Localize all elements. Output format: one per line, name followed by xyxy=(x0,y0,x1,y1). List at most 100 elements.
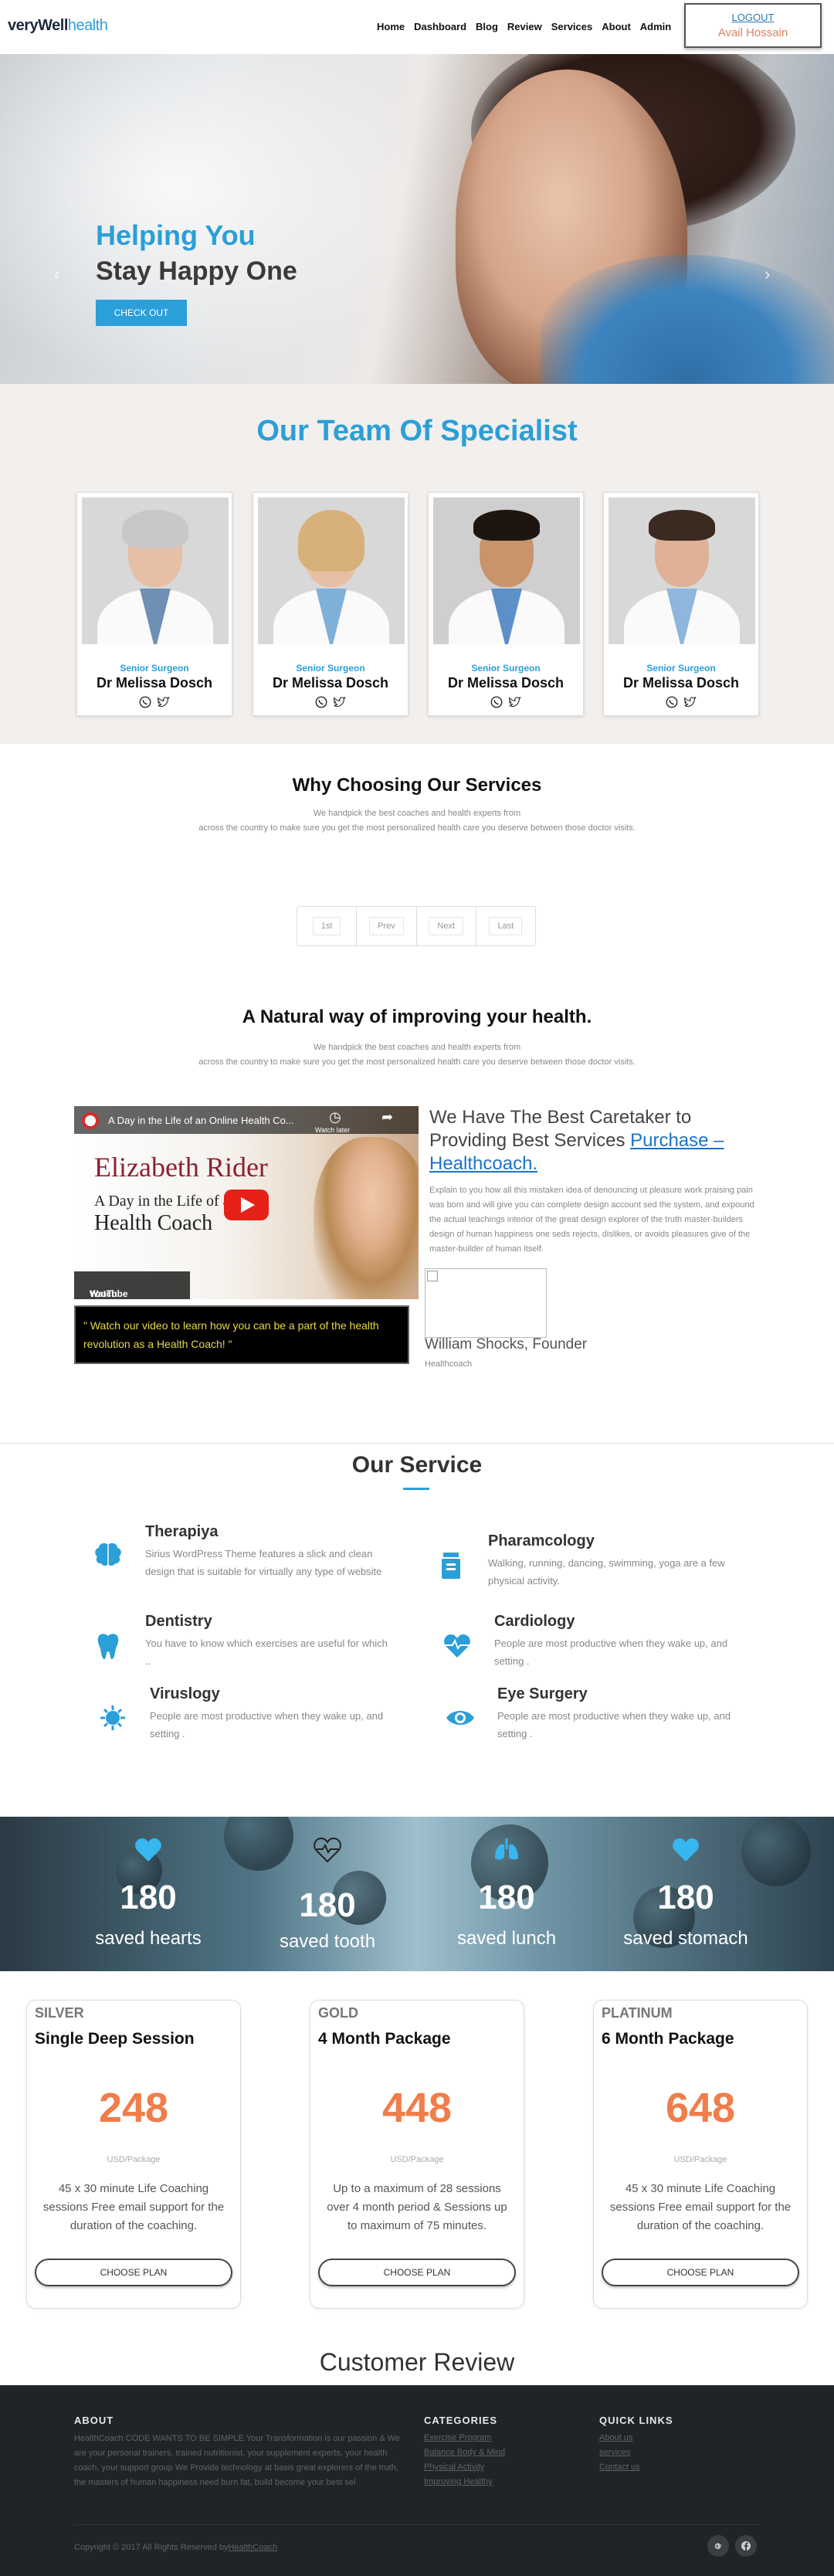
pricing-card-silver: SILVER Single Deep Session 248 USD/Packa… xyxy=(26,2000,241,2309)
copyright-link[interactable]: HealthCoach xyxy=(228,2543,277,2552)
channel-avatar[interactable] xyxy=(82,1112,99,1129)
nav-admin[interactable]: Admin xyxy=(640,21,671,32)
plan-unit: USD/Package xyxy=(107,2155,161,2164)
service-desc: Walking, running, dancing, swimming, yog… xyxy=(488,1557,725,1587)
whatsapp-icon[interactable] xyxy=(138,695,152,709)
nav-about[interactable]: About xyxy=(602,21,631,32)
nav-review[interactable]: Review xyxy=(507,21,542,32)
footer-categories-title: CATEGORIES xyxy=(424,2415,497,2426)
check-out-button[interactable]: CHECK OUT xyxy=(96,300,187,326)
service-item[interactable]: Eye Surgery People are most productive w… xyxy=(443,1685,768,1763)
site-logo[interactable]: veryWellhealth xyxy=(8,17,108,35)
natural-text-2: across the country to make sure you get … xyxy=(198,1057,636,1067)
pager-prev-button[interactable]: Prev xyxy=(369,917,404,935)
doctor-name: Dr Melissa Dosch xyxy=(272,675,389,691)
choose-plan-button[interactable]: CHOOSE PLAN xyxy=(318,2259,516,2286)
footer-category-link[interactable]: Exercise Program xyxy=(424,2432,505,2445)
youtube-video-embed[interactable]: A Day in the Life of an Online Health Co… xyxy=(74,1106,419,1299)
whatsapp-icon[interactable] xyxy=(490,695,503,709)
copyright-text: Copyright © 2017 All Rights Reserved by xyxy=(74,2543,229,2552)
stats-banner: 180 saved hearts 180 saved tooth 180 sav… xyxy=(0,1817,834,1971)
footer-quick-link[interactable]: Contact us xyxy=(599,2461,640,2474)
doctor-photo xyxy=(82,497,229,644)
why-text-2: across the country to make sure you get … xyxy=(198,823,636,833)
plan-tier: SILVER xyxy=(35,2005,84,2021)
team-card: Senior Surgeon Dr Melissa Dosch xyxy=(603,492,759,716)
nav-blog[interactable]: Blog xyxy=(476,21,498,32)
watch-on-youtube-button[interactable]: Watch on YouTube xyxy=(74,1271,190,1299)
footer-category-link[interactable]: Improving Healthy xyxy=(424,2476,505,2489)
service-item[interactable]: Dentistry You have to know which exercis… xyxy=(91,1613,415,1690)
footer-quick-links-list: About us services Contact us xyxy=(599,2432,640,2474)
video-overlay-main: Health Coach xyxy=(94,1211,213,1235)
brain-icon xyxy=(95,1543,121,1566)
twitter-icon[interactable] xyxy=(683,695,697,709)
google-icon[interactable] xyxy=(707,2535,729,2557)
play-button-icon[interactable] xyxy=(224,1190,269,1220)
twitter-icon[interactable] xyxy=(157,695,171,709)
logo-light-text: health xyxy=(67,17,108,34)
doctor-photo xyxy=(258,497,405,644)
footer-copyright: Copyright © 2017 All Rights Reserved byH… xyxy=(74,2543,277,2552)
logout-link[interactable]: LOGOUT xyxy=(686,12,820,23)
clock-icon[interactable]: ◷ xyxy=(329,1109,341,1125)
service-item[interactable]: Therapiya Sirius WordPress Theme feature… xyxy=(91,1523,415,1600)
doctor-photo xyxy=(433,497,580,644)
whatsapp-icon[interactable] xyxy=(665,695,679,709)
natural-title: A Natural way of improving your health. xyxy=(242,1006,592,1027)
services-title: Our Service xyxy=(351,1452,483,1478)
video-overlay-sub: A Day in the Life of a xyxy=(94,1193,230,1210)
video-top-bar: A Day in the Life of an Online Health Co… xyxy=(74,1106,419,1134)
service-item[interactable]: Pharamcology Walking, running, dancing, … xyxy=(434,1532,758,1610)
team-title: Our Team Of Specialist xyxy=(256,415,578,447)
plan-unit: USD/Package xyxy=(390,2155,444,2164)
stat-item: 180 saved lunch xyxy=(429,1817,584,1971)
twitter-icon[interactable] xyxy=(333,695,347,709)
share-icon[interactable]: ➦ xyxy=(381,1109,393,1125)
footer-about-text: HealthCoach CODE WANTS TO BE SIMPLE Your… xyxy=(74,2434,401,2487)
virus-icon xyxy=(100,1705,125,1730)
carousel-prev-icon[interactable]: ‹ xyxy=(54,264,59,284)
footer-category-link[interactable]: Physical Activity xyxy=(424,2461,505,2474)
plan-price: 248 xyxy=(98,2085,169,2131)
facebook-icon[interactable] xyxy=(735,2535,757,2557)
why-text-1: We handpick the best coaches and health … xyxy=(313,809,521,818)
carousel-next-icon[interactable]: › xyxy=(764,264,770,284)
pricing-card-gold: GOLD 4 Month Package 448 USD/Package Up … xyxy=(310,2000,524,2309)
stat-label: saved hearts xyxy=(95,1928,202,1949)
stat-number: 180 xyxy=(478,1879,535,1916)
choose-plan-button[interactable]: CHOOSE PLAN xyxy=(35,2259,232,2286)
pager-last-button[interactable]: Last xyxy=(489,917,523,935)
service-item[interactable]: Viruslogy People are most productive whe… xyxy=(96,1685,420,1763)
choose-plan-button[interactable]: CHOOSE PLAN xyxy=(602,2259,799,2286)
service-name: Eye Surgery xyxy=(497,1685,588,1702)
nav-dashboard[interactable]: Dashboard xyxy=(414,21,466,32)
service-item[interactable]: Cardiology People are most productive wh… xyxy=(440,1613,764,1690)
plan-desc: 45 x 30 minute Life Coaching sessions Fr… xyxy=(609,2182,792,2232)
nav-services[interactable]: Services xyxy=(551,21,593,32)
footer-quick-link[interactable]: services xyxy=(599,2446,640,2459)
service-desc: You have to know which exercises are use… xyxy=(145,1638,388,1667)
twitter-icon[interactable] xyxy=(508,695,522,709)
doctor-role: Senior Surgeon xyxy=(471,663,541,674)
nav-home[interactable]: Home xyxy=(377,21,405,32)
video-title[interactable]: A Day in the Life of an Online Health Co… xyxy=(108,1115,294,1126)
doctor-name: Dr Melissa Dosch xyxy=(96,675,213,691)
footer-divider xyxy=(74,2524,760,2525)
service-desc: Sirius WordPress Theme features a slick … xyxy=(145,1548,382,1577)
footer-quick-link[interactable]: About us xyxy=(599,2432,640,2445)
whatsapp-icon[interactable] xyxy=(314,695,328,709)
customer-review-title: Customer Review xyxy=(319,2348,515,2376)
lungs-icon xyxy=(495,1838,518,1860)
footer-category-link[interactable]: Balance Body & Mind xyxy=(424,2446,505,2459)
services-title-underline xyxy=(403,1488,429,1490)
pricing-card-platinum: PLATINUM 6 Month Package 648 USD/Package… xyxy=(593,2000,808,2309)
plan-tier: PLATINUM xyxy=(602,2005,673,2021)
caretaker-block: We Have The Best Caretaker to Providing … xyxy=(429,1106,760,1257)
team-card: Senior Surgeon Dr Melissa Dosch xyxy=(253,492,409,716)
hero-title: Helping You xyxy=(96,219,256,251)
video-quote-box: " Watch our video to learn how you can b… xyxy=(74,1305,409,1364)
pager-next-button[interactable]: Next xyxy=(429,917,463,935)
pager-first-button[interactable]: 1st xyxy=(312,917,341,935)
medicine-bottle-icon xyxy=(442,1553,460,1579)
